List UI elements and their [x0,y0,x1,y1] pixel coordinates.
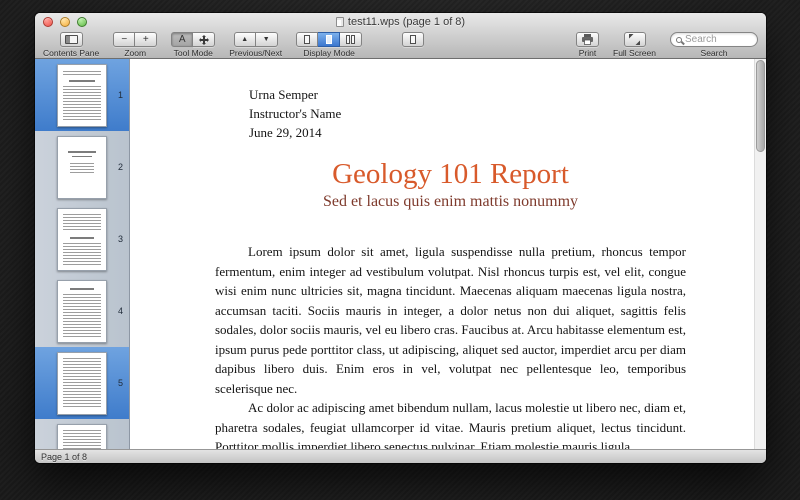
down-arrow-icon: ▼ [263,36,270,43]
single-page-icon [304,35,310,44]
page-number: 1 [118,90,123,100]
thumbnail-row-3[interactable]: 3 [35,203,129,275]
document-subtitle: Sed et lacus quis enim mattis nonummy [215,192,686,212]
contents-pane-label: Contents Pane [43,48,99,58]
instructor-name: Instructor's Name [249,104,686,123]
window-controls [43,17,87,27]
window-chrome: test11.wps (page 1 of 8) Contents Pane −… [35,13,766,59]
app-window: test11.wps (page 1 of 8) Contents Pane −… [35,13,766,463]
full-screen-icon [629,34,640,45]
minus-icon: − [121,34,127,45]
tool-mode-group: A Tool Mode [171,32,215,58]
text-select-tool-button[interactable]: A [171,32,193,47]
thumbnail-page [57,64,107,127]
page-number: 4 [118,306,123,316]
page-status-text: Page 1 of 8 [41,452,87,462]
statusbar: Page 1 of 8 [35,449,766,463]
extra-tool-button[interactable] [402,32,424,47]
full-screen-group: Full Screen [613,32,656,58]
search-group: Search [670,32,758,58]
zoom-out-button[interactable]: − [113,32,135,47]
next-page-button[interactable]: ▼ [256,32,278,47]
thumbnail-row-4[interactable]: 4 [35,275,129,347]
sidebar-panel-icon [65,35,78,44]
document-title: Geology 101 Report [215,158,686,191]
minimize-button[interactable] [60,17,70,27]
thumbnail-page [57,280,107,343]
previous-next-group: ▲ ▼ Previous/Next [229,32,282,58]
extra-tool-icon [410,35,416,44]
single-page-button[interactable] [296,32,318,47]
previous-page-button[interactable]: ▲ [234,32,256,47]
search-label: Search [701,48,728,58]
previous-next-label: Previous/Next [229,48,282,58]
facing-pages-icon [346,35,355,44]
zoom-group: − + Zoom [113,32,157,58]
contents-pane-button[interactable] [60,32,83,47]
thumbnail-row-partial[interactable] [35,419,129,449]
extra-tool-group [402,32,424,47]
document-page: Urna Semper Instructor's Name June 29, 2… [130,59,754,449]
close-button[interactable] [43,17,53,27]
author-name: Urna Semper [249,85,686,104]
thumbnail-page [57,352,107,415]
thumbnail-row-2[interactable]: 2 [35,131,129,203]
page-number: 2 [118,162,123,172]
text-tool-icon: A [179,34,186,45]
continuous-page-icon [326,35,332,44]
document-body: Lorem ipsum dolor sit amet, ligula suspe… [215,242,686,449]
contents-pane-group: Contents Pane [43,32,99,58]
full-screen-button[interactable] [624,32,646,47]
zoom-label: Zoom [124,48,146,58]
search-field[interactable] [670,32,758,47]
up-arrow-icon: ▲ [241,36,248,43]
paragraph: Ac dolor ac adipiscing amet bibendum nul… [215,398,686,449]
tool-mode-label: Tool Mode [174,48,213,58]
print-label: Print [579,48,596,58]
thumbnail-page [57,136,107,199]
vertical-scrollbar[interactable] [754,59,766,449]
titlebar: test11.wps (page 1 of 8) [35,13,766,30]
thumbnail-row-5[interactable]: 5 [35,347,129,419]
zoom-in-button[interactable]: + [135,32,157,47]
zoom-window-button[interactable] [77,17,87,27]
print-group: Print [576,32,599,58]
pan-tool-button[interactable] [193,32,215,47]
thumbnail-row-1[interactable]: 1 [35,59,129,131]
window-title-text: test11.wps (page 1 of 8) [348,16,465,28]
window-title: test11.wps (page 1 of 8) [336,16,465,28]
thumbnail-page [57,208,107,271]
page-number: 3 [118,234,123,244]
thumbnail-page [57,424,107,450]
author-block: Urna Semper Instructor's Name June 29, 2… [249,85,686,142]
search-input[interactable] [685,34,745,45]
full-screen-label: Full Screen [613,48,656,58]
document-date: June 29, 2014 [249,123,686,142]
document-area: Urna Semper Instructor's Name June 29, 2… [130,59,766,449]
display-mode-group: Display Mode [296,32,362,58]
toolbar: Contents Pane − + Zoom A Tool Mode [35,30,766,58]
scrollbar-thumb[interactable] [756,60,765,152]
continuous-page-button[interactable] [318,32,340,47]
page-number: 5 [118,378,123,388]
print-button[interactable] [576,32,599,47]
display-mode-label: Display Mode [303,48,355,58]
window-content: 1 2 3 [35,59,766,449]
paragraph: Lorem ipsum dolor sit amet, ligula suspe… [215,242,686,398]
document-icon [336,17,344,27]
move-icon [199,35,209,45]
printer-icon [581,34,594,45]
facing-pages-button[interactable] [340,32,362,47]
plus-icon: + [143,34,149,45]
search-icon [676,37,682,43]
thumbnails-sidebar: 1 2 3 [35,59,130,449]
